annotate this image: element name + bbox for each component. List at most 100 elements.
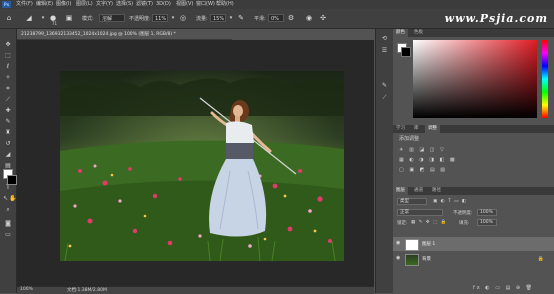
layer-thumbnail [405,239,419,251]
layer-visibility-eye-icon[interactable]: ◉ [396,255,402,261]
marquee-tool-icon[interactable]: ⬚ [3,51,13,60]
background-color-swatch[interactable] [7,175,17,185]
layer-filter-select[interactable]: 类型 [397,198,427,205]
tab-adjustments[interactable]: 调整 [425,125,440,133]
layer-name[interactable]: 背景 [422,256,431,262]
tab-paths[interactable]: 路径 [429,187,444,195]
path-select-tool-icon[interactable]: ↖ [3,194,8,203]
crop-tool-icon[interactable]: ⌗ [3,84,13,93]
healing-brush-tool-icon[interactable]: ✚ [3,106,13,115]
flow-dropdown-icon[interactable]: ▾ [226,13,236,23]
pressure-opacity-icon[interactable]: ◎ [178,13,188,23]
menu-item-view[interactable]: 视图(V) [176,0,193,9]
tab-color[interactable]: 颜色 [393,29,408,37]
layer-opacity-field[interactable]: 100% [477,209,497,216]
layer-lock-icon: 🔒 [537,256,544,262]
hue-slider[interactable] [542,40,548,118]
zoom-level[interactable]: 100% [20,287,33,292]
hand-tool-icon[interactable]: ✋ [9,194,16,203]
tab-layers[interactable]: 图层 [393,187,408,195]
color-panel-background-swatch[interactable] [401,47,411,57]
layer-row-layer1[interactable]: ◉ 图层 1 [393,237,554,251]
zoom-tool-icon[interactable]: ⌕ [3,205,13,214]
tools-panel: ✥ ⬚ ℓ ✧ ⌗ ⟋ ✚ ✎ ♜ ↺ ◢ ▤ ✒ T ↖ ✋ ⌕ ◙ ▭ [0,29,17,293]
menu-item-edit[interactable]: 编辑(E) [36,0,53,9]
lock-label: 锁定: [397,221,408,226]
opacity-dropdown-icon[interactable]: ▾ [168,13,178,23]
document-tab-title: 21238799_136932133452_1024x1024.jpg @ 10… [21,32,176,37]
adjustment-icons-row-2[interactable]: ▦ ◐ ◑ ◨ ◧ ▩ [399,157,457,163]
smoothing-label: 平滑: [254,16,266,22]
pressure-size-icon[interactable]: ◉ [304,13,314,23]
tab-libraries[interactable]: 库 [411,125,422,133]
screen-mode-icon[interactable]: ▭ [3,230,13,239]
document-info: 文档:1.38M/2.80M [67,288,107,293]
layer-thumbnail [405,254,419,266]
document-tab[interactable]: 21238799_136932133452_1024x1024.jpg @ 10… [17,29,232,40]
brush-tool-icon[interactable]: ✎ [3,117,13,126]
layers-panel-footer: fx ◐ ▭ ▤ ⊕ 🗑 [393,284,554,293]
quick-mask-icon[interactable]: ◙ [3,219,13,228]
fill-label: 填充: [459,221,470,226]
site-watermark: www.Psjia.com [444,12,548,25]
adjustments-panel-tabs: 学习 库 调整 [393,125,554,133]
chevron-down-icon[interactable]: ▾ [38,13,48,23]
menu-item-3d[interactable]: 3D(D) [156,0,171,9]
eraser-tool-icon[interactable]: ◢ [3,150,13,159]
opacity-field[interactable]: 11% [152,14,168,22]
clone-stamp-tool-icon[interactable]: ♜ [3,128,13,137]
brush-settings-icon[interactable]: ✎ [380,81,389,90]
brushes-icon[interactable]: ⟋ [380,93,389,102]
quick-select-tool-icon[interactable]: ✧ [3,73,13,82]
eraser-tool-icon[interactable]: ◢ [24,13,34,23]
tab-learn[interactable]: 学习 [393,125,408,133]
layers-panel-tabs: 图层 通道 路径 [393,187,554,195]
menu-item-filter[interactable]: 滤镜(T) [136,0,153,9]
layer-visibility-eye-icon[interactable]: ◉ [396,240,402,246]
tab-channels[interactable]: 通道 [411,187,426,195]
menu-item-file[interactable]: 文件(F) [16,0,33,9]
layer-filter-icons[interactable]: ▣ ◐ T ▭ ◧ [433,199,467,204]
flow-field[interactable]: 15% [210,14,226,22]
right-panels: 颜色 色板 学习 库 调整 添加调整 ☀ ▥ ◪ ◫ ▽ ▦ ◐ ◑ ◨ ◧ ▩… [393,29,554,293]
brush-settings-icon[interactable]: ▣ [64,13,74,23]
layer-footer-icons[interactable]: fx ◐ ▭ ▤ ⊕ 🗑 [473,285,534,291]
collapsed-panel-strip: ⟲ ☰ ✎ ⟋ [375,29,394,293]
mode-select[interactable]: 溶解 [99,14,125,22]
adjustments-title: 添加调整 [399,136,420,142]
home-icon[interactable]: ⌂ [4,13,14,23]
fill-field[interactable]: 100% [477,219,497,226]
smoothing-field[interactable]: 0% [268,14,284,22]
history-brush-tool-icon[interactable]: ↺ [3,139,13,148]
meadow-photo [60,71,344,261]
layer-opacity-label: 不透明度: [453,211,473,216]
layer-name[interactable]: 图层 1 [422,241,435,247]
symmetry-icon[interactable]: ✣ [318,13,328,23]
color-picker-field[interactable] [413,40,537,118]
options-bar: ⌂ ◢ ▾ ● 71 ▣ 模式: 溶解 不透明度: 11% ▾ ◎ 流量: 15… [0,9,554,29]
adjustments-panel: 添加调整 ☀ ▥ ◪ ◫ ▽ ▦ ◐ ◑ ◨ ◧ ▩ ▢ ▣ ◩ ▤ ▧ [393,133,554,185]
lasso-tool-icon[interactable]: ℓ [3,62,13,71]
menu-item-layer[interactable]: 图层(L) [76,0,93,9]
brush-size-value: 71 [52,21,58,26]
menu-item-select[interactable]: 选择(S) [116,0,133,9]
layers-panel: 类型 ▣ ◐ T ▭ ◧ 正常 不透明度: 100% 锁定: ▦ ✎ ✥ ⬚ 🔒… [393,195,554,293]
properties-icon[interactable]: ☰ [380,46,389,55]
lock-icons[interactable]: ▦ ✎ ✥ ⬚ 🔒 [411,220,447,225]
menu-item-window[interactable]: 窗口(W) [196,0,215,9]
adjustment-icons-row-3[interactable]: ▢ ▣ ◩ ▤ ▧ [399,167,447,173]
move-tool-icon[interactable]: ✥ [3,40,13,49]
menu-item-image[interactable]: 图像(I) [56,0,71,9]
menu-item-help[interactable]: 帮助(H) [216,0,234,9]
menu-item-type[interactable]: 文字(Y) [96,0,113,9]
canvas-image[interactable] [60,71,344,261]
color-panel [393,37,554,127]
eyedropper-tool-icon[interactable]: ⟋ [3,95,13,104]
adjustment-icons-row-1[interactable]: ☀ ▥ ◪ ◫ ▽ [399,147,446,153]
history-icon[interactable]: ⟲ [380,34,389,43]
tab-swatches[interactable]: 色板 [411,29,426,37]
smoothing-options-icon[interactable]: ⚙ [286,13,296,23]
airbrush-icon[interactable]: ✎ [236,13,246,23]
layer-row-background[interactable]: ◉ 背景 🔒 [393,252,554,266]
blend-mode-select[interactable]: 正常 [397,209,443,216]
